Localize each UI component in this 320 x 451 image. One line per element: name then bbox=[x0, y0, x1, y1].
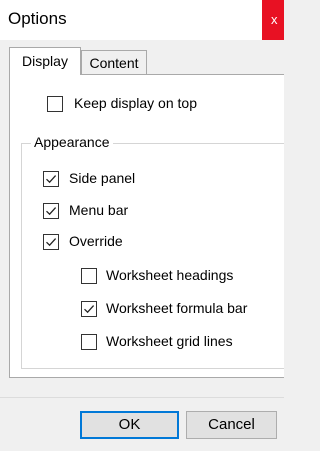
menu-bar-label: Menu bar bbox=[69, 202, 129, 218]
worksheet-grid-lines-checkbox[interactable] bbox=[81, 334, 97, 350]
close-button[interactable]: x bbox=[262, 0, 284, 40]
checkmark-icon bbox=[46, 175, 57, 184]
worksheet-grid-lines-label: Worksheet grid lines bbox=[106, 333, 233, 349]
worksheet-headings-checkbox[interactable] bbox=[81, 268, 97, 284]
worksheet-formula-bar-label: Worksheet formula bar bbox=[106, 300, 248, 316]
keep-on-top-checkbox[interactable] bbox=[47, 96, 63, 112]
tab-content[interactable]: Content bbox=[81, 50, 147, 75]
override-checkbox[interactable] bbox=[43, 234, 59, 250]
worksheet-formula-bar-checkbox[interactable] bbox=[81, 301, 97, 317]
appearance-group-label: Appearance bbox=[31, 134, 113, 150]
worksheet-headings-label: Worksheet headings bbox=[106, 267, 234, 283]
cancel-button[interactable]: Cancel bbox=[186, 411, 277, 439]
footer-separator bbox=[0, 397, 284, 398]
window-title: Options bbox=[8, 9, 67, 28]
tab-display[interactable]: Display bbox=[9, 47, 81, 75]
override-label: Override bbox=[69, 233, 123, 249]
checkmark-icon bbox=[84, 305, 95, 314]
checkmark-icon bbox=[46, 238, 57, 247]
side-panel-checkbox[interactable] bbox=[43, 171, 59, 187]
ok-button[interactable]: OK bbox=[80, 411, 179, 439]
menu-bar-checkbox[interactable] bbox=[43, 203, 59, 219]
keep-on-top-label: Keep display on top bbox=[74, 95, 197, 111]
side-panel-label: Side panel bbox=[69, 170, 136, 186]
checkmark-icon bbox=[46, 207, 57, 216]
